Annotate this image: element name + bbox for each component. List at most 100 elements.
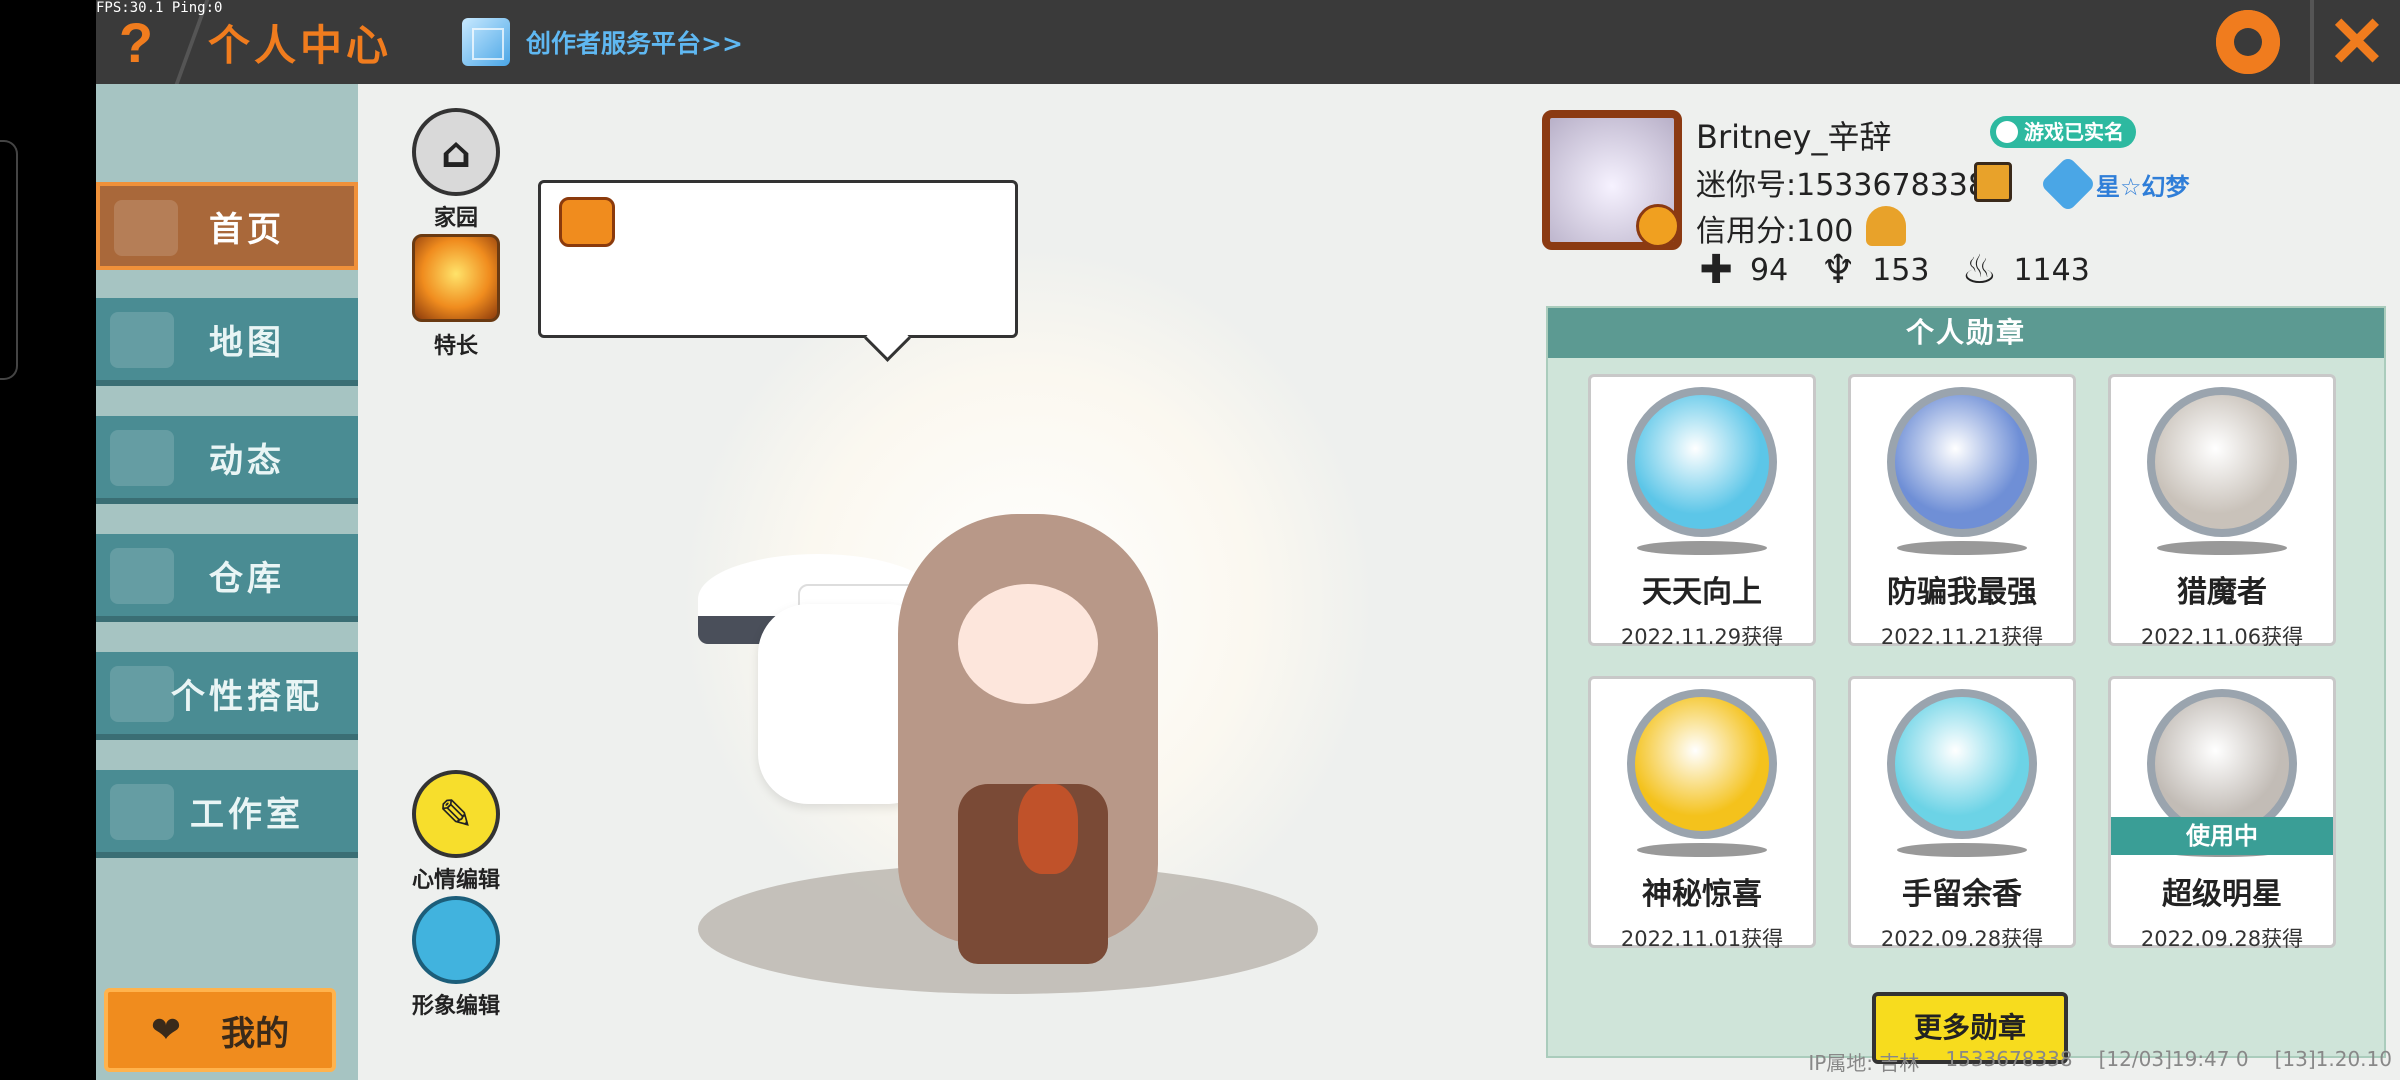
skill-button[interactable]: 特长 bbox=[396, 234, 516, 360]
medal-card[interactable]: 防骗我最强 2022.11.21获得 bbox=[1848, 374, 2076, 649]
medal-shadow bbox=[1897, 843, 2027, 857]
warehouse-icon bbox=[110, 548, 174, 604]
stat-value: 1143 bbox=[2013, 252, 2090, 288]
medal-shadow bbox=[2157, 541, 2287, 555]
medal-name: 天天向上 bbox=[1642, 575, 1762, 610]
close-button[interactable]: ✕ bbox=[2310, 0, 2400, 84]
fps-readout: FPS:30.1 Ping:0 bbox=[96, 0, 223, 16]
stat-popularity: ♨ 1143 bbox=[1959, 247, 2090, 293]
medal-card[interactable]: 手留余香 2022.09.28获得 bbox=[1848, 676, 2076, 951]
skill-label: 特长 bbox=[433, 334, 478, 359]
verified-badge: 游戏已实名 bbox=[1990, 116, 2136, 148]
footer-info: IP属地: 吉林 1533678338 [12/03]19:47 0 [13]1… bbox=[1808, 1047, 2392, 1076]
profile-panel: Britney_辛辞 游戏已实名 迷你号:1533678338 星☆幻梦 信用分… bbox=[1538, 84, 2400, 1080]
star-rank-icon bbox=[2039, 155, 2097, 213]
flame-icon: ♨ bbox=[1961, 247, 1998, 293]
speech-bubble[interactable] bbox=[538, 180, 1018, 338]
mine-label: 我的 bbox=[221, 1013, 290, 1054]
stat-value: 94 bbox=[1750, 252, 1789, 288]
heart-icon: ❤ bbox=[150, 1009, 182, 1051]
stat-fans: ♆ 153 bbox=[1818, 250, 1929, 290]
level-badge-icon bbox=[1636, 204, 1680, 248]
home-icon: ⌂ bbox=[412, 108, 500, 196]
medal-date: 2022.11.29获得 bbox=[1620, 625, 1784, 649]
medal-icon bbox=[1627, 689, 1777, 839]
medal-icon bbox=[2147, 387, 2297, 537]
stat-likes: ✚ 94 bbox=[1696, 250, 1788, 290]
medal-name: 超级明星 bbox=[2162, 877, 2282, 912]
skill-icon bbox=[412, 234, 500, 322]
medal-icon bbox=[1887, 689, 2037, 839]
sidebar-item-home[interactable]: 首页 bbox=[96, 182, 358, 270]
mood-edit-label: 心情编辑 bbox=[411, 868, 500, 893]
medals-panel: 个人勋章 天天向上 2022.11.29获得 防骗我最强 2022.11.21获得 猎魔… bbox=[1546, 306, 2386, 1064]
avatar-edit-button[interactable]: 形象编辑 bbox=[396, 896, 516, 1020]
sidebar-item-warehouse[interactable]: 仓库 bbox=[96, 534, 358, 622]
home-button[interactable]: ⌂ 家园 bbox=[396, 108, 516, 232]
sidebar-item-outfit[interactable]: 个性搭配 bbox=[96, 652, 358, 740]
creator-cube-icon bbox=[462, 18, 511, 66]
in-use-label: 使用中 bbox=[2111, 817, 2333, 855]
map-icon bbox=[110, 312, 174, 368]
home-tab-icon bbox=[114, 200, 178, 256]
mood-edit-button[interactable]: ✎ 心情编辑 bbox=[396, 770, 516, 894]
medal-card[interactable]: 使用中超级明星 2022.09.28获得 bbox=[2108, 676, 2336, 951]
sidebar-item-label: 个性搭配 bbox=[171, 676, 323, 717]
character-stage: ⌂ 家园 特长 ✎ 心情编辑 形象编辑 bbox=[358, 84, 1538, 1080]
medal-card[interactable]: 天天向上 2022.11.29获得 bbox=[1588, 374, 1816, 649]
medal-icon bbox=[1887, 387, 2037, 537]
medal-name: 防骗我最强 bbox=[1887, 575, 2037, 610]
plus-icon: ✚ bbox=[1699, 247, 1733, 293]
sidebar-item-label: 动态 bbox=[209, 440, 285, 481]
medal-name: 猎魔者 bbox=[2177, 575, 2267, 610]
creator-platform-link[interactable]: 创作者服务平台>> bbox=[462, 18, 743, 66]
medal-date: 2022.09.28获得 bbox=[2140, 927, 2304, 951]
friend-icon[interactable] bbox=[1866, 206, 1906, 246]
sidebar-item-label: 工作室 bbox=[190, 794, 304, 835]
character-face bbox=[958, 584, 1098, 704]
copy-icon[interactable] bbox=[1974, 162, 2012, 202]
edit-icon: ✎ bbox=[412, 770, 500, 858]
outfit-icon bbox=[110, 666, 174, 722]
footer-version: [13]1.20.10 bbox=[2274, 1047, 2392, 1071]
medal-date: 2022.11.21获得 bbox=[1880, 625, 2044, 649]
medal-card[interactable]: 猎魔者 2022.11.06获得 bbox=[2108, 374, 2336, 649]
avatar[interactable] bbox=[1542, 110, 1682, 250]
chest-icon bbox=[559, 197, 615, 247]
footer-id: 1533678338 bbox=[1945, 1047, 2073, 1071]
sidebar-item-feed[interactable]: 动态 bbox=[96, 416, 358, 504]
creator-link-label: 创作者服务平台>> bbox=[526, 29, 743, 58]
stats-row: ✚ 94 ♆ 153 ♨ 1143 bbox=[1696, 250, 2090, 290]
home-label: 家园 bbox=[433, 206, 478, 231]
device-edge bbox=[0, 140, 18, 380]
rank-badge[interactable]: 星☆幻梦 bbox=[2039, 155, 2190, 213]
medal-shadow bbox=[1637, 541, 1767, 555]
sidebar-item-label: 首页 bbox=[209, 209, 285, 250]
studio-icon bbox=[110, 784, 174, 840]
avatar-edit-icon bbox=[412, 896, 500, 984]
avatar-edit-label: 形象编辑 bbox=[411, 994, 500, 1019]
sidebar: 首页 地图 动态 仓库 个性搭配 工作室 ❤ 我的 bbox=[96, 84, 358, 1080]
medal-date: 2022.11.06获得 bbox=[2140, 625, 2304, 649]
rank-label: 星☆幻梦 bbox=[2096, 172, 2190, 201]
medal-shadow bbox=[1897, 541, 2027, 555]
ip-location: IP属地: 吉林 bbox=[1808, 1051, 1920, 1075]
violin-prop bbox=[1018, 784, 1078, 874]
top-right-controls: ✕ bbox=[2216, 0, 2400, 84]
sidebar-item-label: 地图 bbox=[209, 322, 285, 363]
medal-name: 神秘惊喜 bbox=[1642, 877, 1762, 912]
medal-shadow bbox=[1637, 843, 1767, 857]
medal-date: 2022.11.01获得 bbox=[1620, 927, 1784, 951]
medal-date: 2022.09.28获得 bbox=[1880, 927, 2044, 951]
player-name: Britney_辛辞 bbox=[1696, 118, 1892, 156]
sidebar-item-map[interactable]: 地图 bbox=[96, 298, 358, 386]
medals-title: 个人勋章 bbox=[1548, 308, 2384, 358]
bell-icon bbox=[110, 430, 174, 486]
credit-score: 信用分:100 bbox=[1696, 214, 1854, 249]
stat-value: 153 bbox=[1872, 252, 1930, 288]
medal-card[interactable]: 神秘惊喜 2022.11.01获得 bbox=[1588, 676, 1816, 951]
gear-icon[interactable] bbox=[2216, 10, 2280, 74]
medal-icon bbox=[1627, 387, 1777, 537]
sidebar-item-studio[interactable]: 工作室 bbox=[96, 770, 358, 858]
mine-button[interactable]: ❤ 我的 bbox=[104, 988, 336, 1072]
